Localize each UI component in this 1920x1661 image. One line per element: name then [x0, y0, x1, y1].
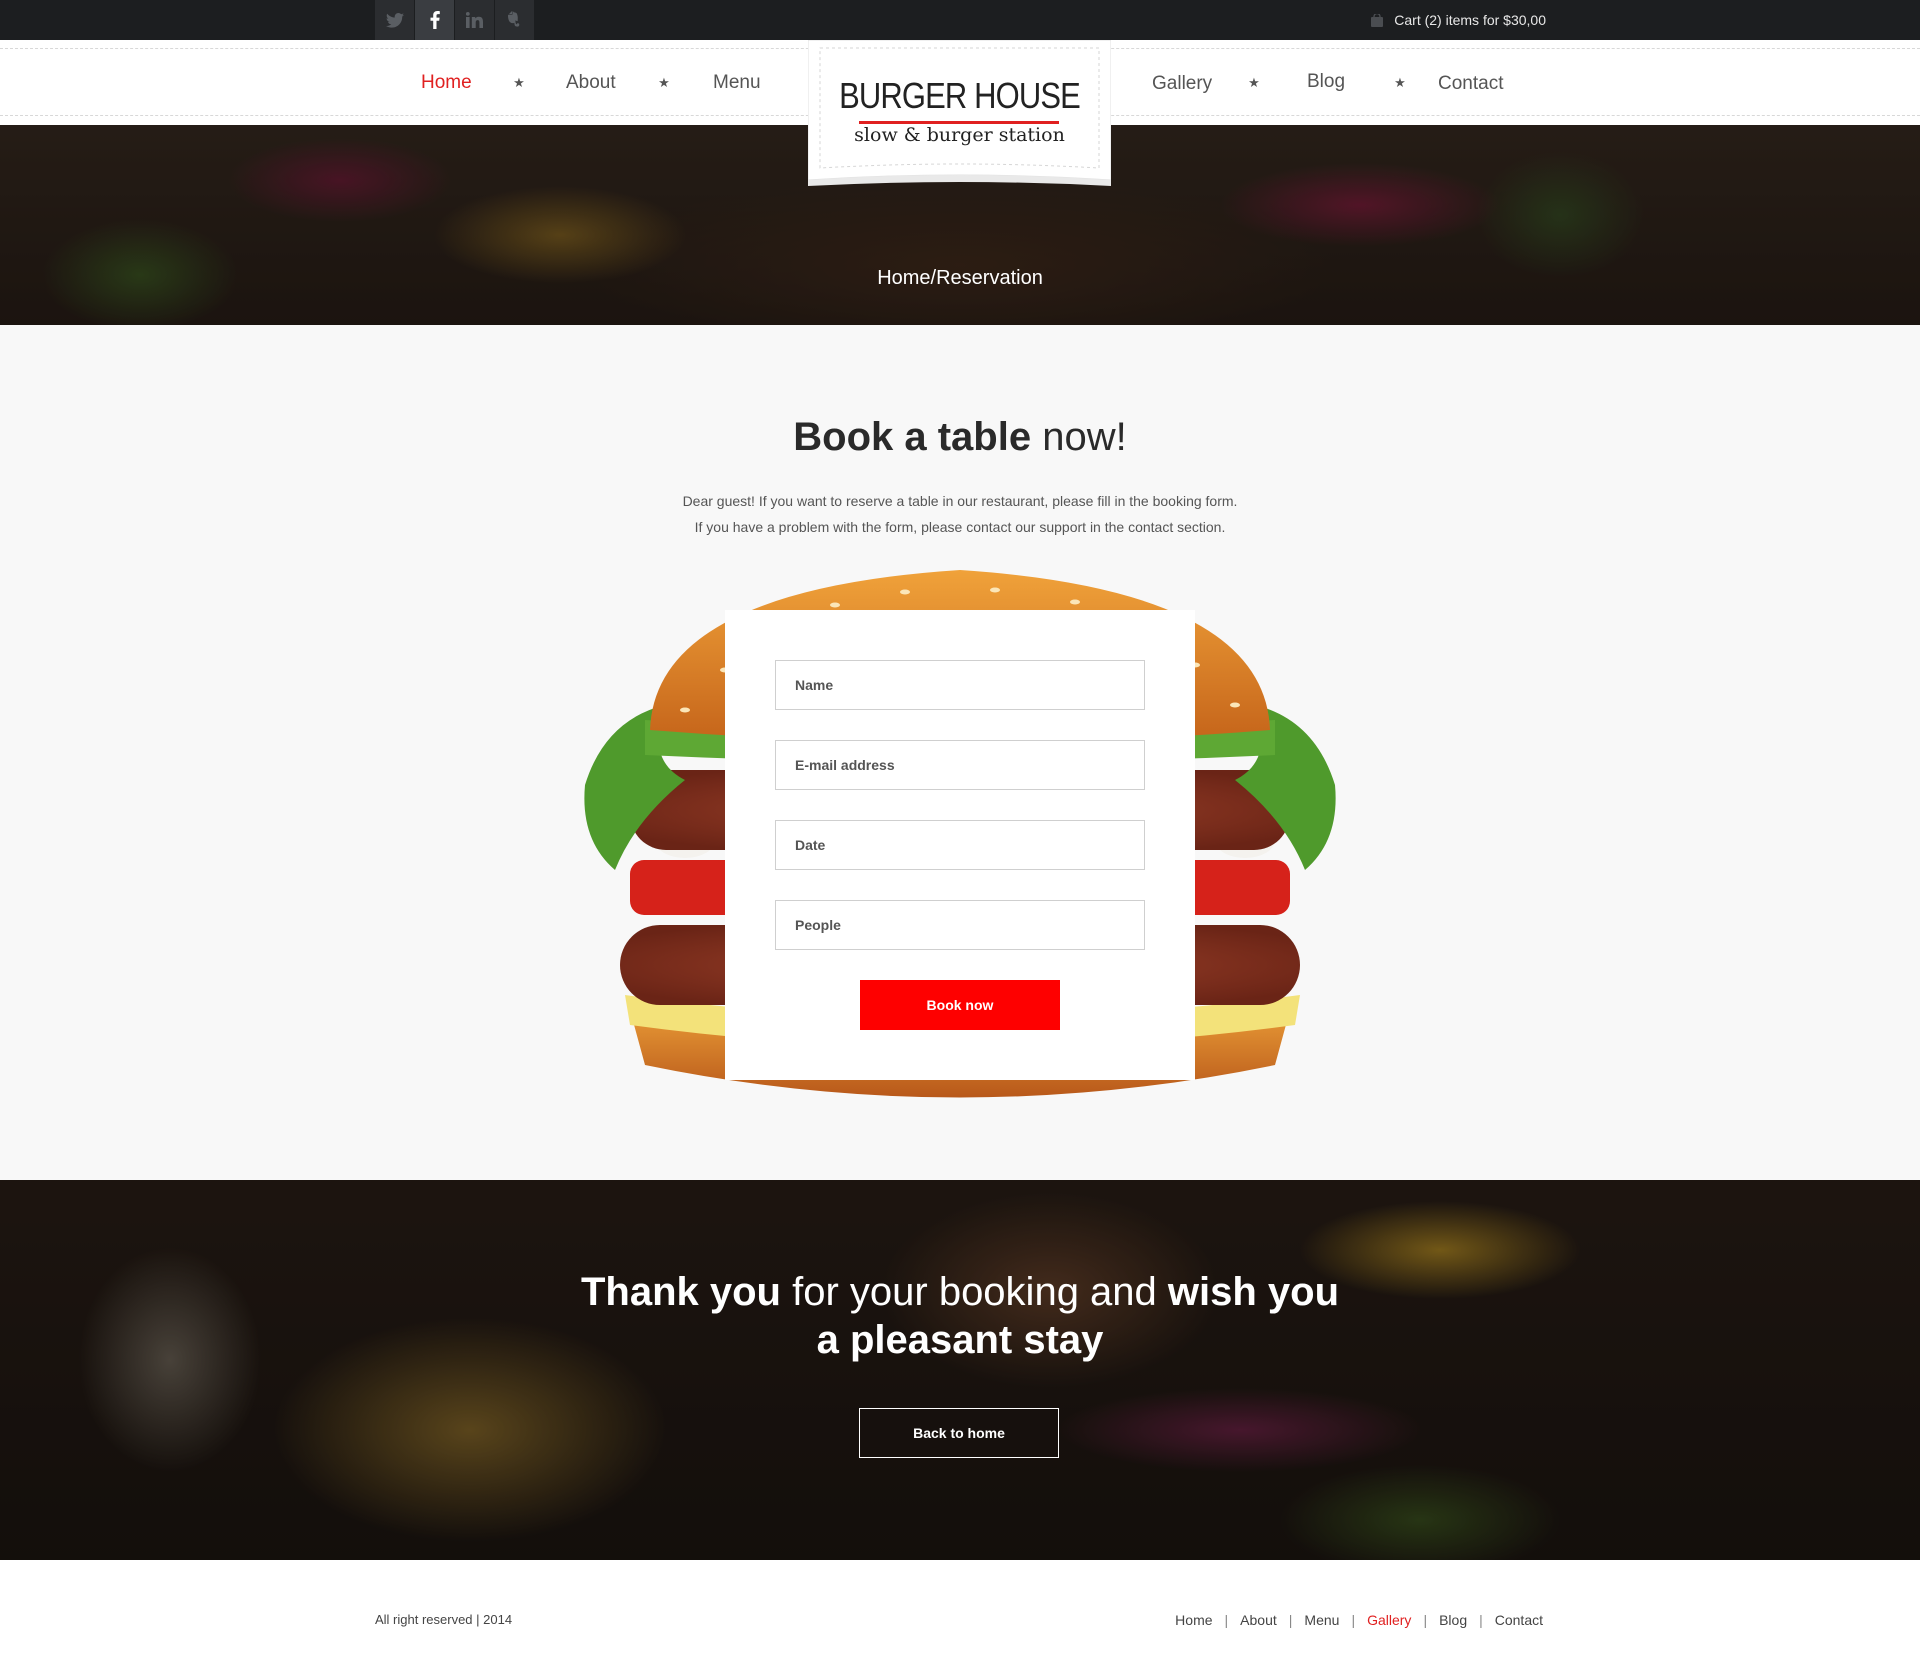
thank-you-bold: wish you	[1167, 1270, 1340, 1314]
copyright: All right reserved | 2014	[375, 1612, 513, 1627]
footer-link-menu[interactable]: Menu	[1304, 1612, 1339, 1628]
cart-icon	[1371, 13, 1384, 27]
nav-contact[interactable]: Contact	[1438, 73, 1503, 95]
footer: All right reserved | 2014 Home | About | M…	[0, 1560, 1920, 1661]
footer-separator: |	[1351, 1612, 1356, 1628]
facebook-icon[interactable]	[415, 0, 455, 40]
thank-you-light: for your booking and	[780, 1270, 1168, 1314]
logo-subtitle: slow & burger station	[854, 124, 1065, 146]
breadcrumb-text: Home/Reservation	[877, 267, 1043, 289]
nav-separator-star: ★	[1394, 75, 1406, 90]
book-now-button[interactable]: Book now	[860, 980, 1060, 1030]
footer-separator: |	[1288, 1612, 1293, 1628]
footer-separator: |	[1423, 1612, 1428, 1628]
people-field[interactable]: People	[775, 900, 1145, 950]
footer-link-home[interactable]: Home	[1175, 1612, 1212, 1628]
footer-link-gallery[interactable]: Gallery	[1367, 1612, 1411, 1628]
nav-about[interactable]: About	[566, 72, 616, 94]
nav-home[interactable]: Home	[421, 72, 472, 94]
thank-you-bold: Thank you	[580, 1270, 781, 1314]
nav-menu[interactable]: Menu	[713, 72, 761, 94]
twitter-icon[interactable]	[375, 0, 415, 40]
nav-gallery[interactable]: Gallery	[1152, 73, 1212, 95]
nav-separator-star: ★	[1248, 75, 1260, 90]
email-field[interactable]: E-mail address	[775, 740, 1145, 790]
booking-intro-line: If you have a problem with the form, ple…	[694, 519, 1226, 535]
breadcrumb: Home/Reservation	[0, 267, 1920, 290]
thank-you-heading: Thank you for your booking and wish you …	[0, 1268, 1920, 1364]
logo-badge[interactable]: BURGER HOUSE slow & burger station	[808, 40, 1111, 190]
footer-separator: |	[1479, 1612, 1483, 1628]
booking-form: Name E-mail address Date People Book now	[725, 610, 1195, 1080]
cart-link[interactable]: Cart (2) items for $30,00	[1370, 0, 1546, 40]
booking-intro: Dear guest! If you want to reserve a tab…	[0, 488, 1920, 540]
footer-link-blog[interactable]: Blog	[1439, 1612, 1467, 1628]
footer-nav: Home | About | Menu | Gallery | Blog | Contac…	[1175, 1612, 1543, 1628]
footer-link-about[interactable]: About	[1240, 1612, 1277, 1628]
booking-title: Book a table now!	[0, 415, 1920, 460]
top-bar: Cart (2) items for $30,00	[0, 0, 1920, 40]
thank-you-bold: a pleasant stay	[816, 1318, 1104, 1362]
footer-separator: |	[1224, 1612, 1229, 1628]
nav-separator-star: ★	[513, 75, 525, 90]
booking-intro-line: Dear guest! If you want to reserve a tab…	[682, 493, 1238, 509]
thank-you-section: Thank you for your booking and wish you …	[0, 1180, 1920, 1560]
footer-link-contact[interactable]: Contact	[1495, 1612, 1543, 1628]
name-field[interactable]: Name	[775, 660, 1145, 710]
nav-separator-star: ★	[658, 75, 670, 90]
logo-title: BURGER HOUSE	[839, 75, 1081, 116]
booking-title-bold: Book a table	[793, 415, 1032, 459]
booking-title-light: now!	[1031, 415, 1127, 459]
social-links	[375, 0, 535, 40]
cart-label: Cart (2) items for $30,00	[1394, 12, 1546, 28]
nav-blog[interactable]: Blog	[1307, 71, 1345, 93]
date-field[interactable]: Date	[775, 820, 1145, 870]
evernote-icon[interactable]	[495, 0, 535, 40]
linkedin-icon[interactable]	[455, 0, 495, 40]
back-to-home-button[interactable]: Back to home	[859, 1408, 1059, 1458]
